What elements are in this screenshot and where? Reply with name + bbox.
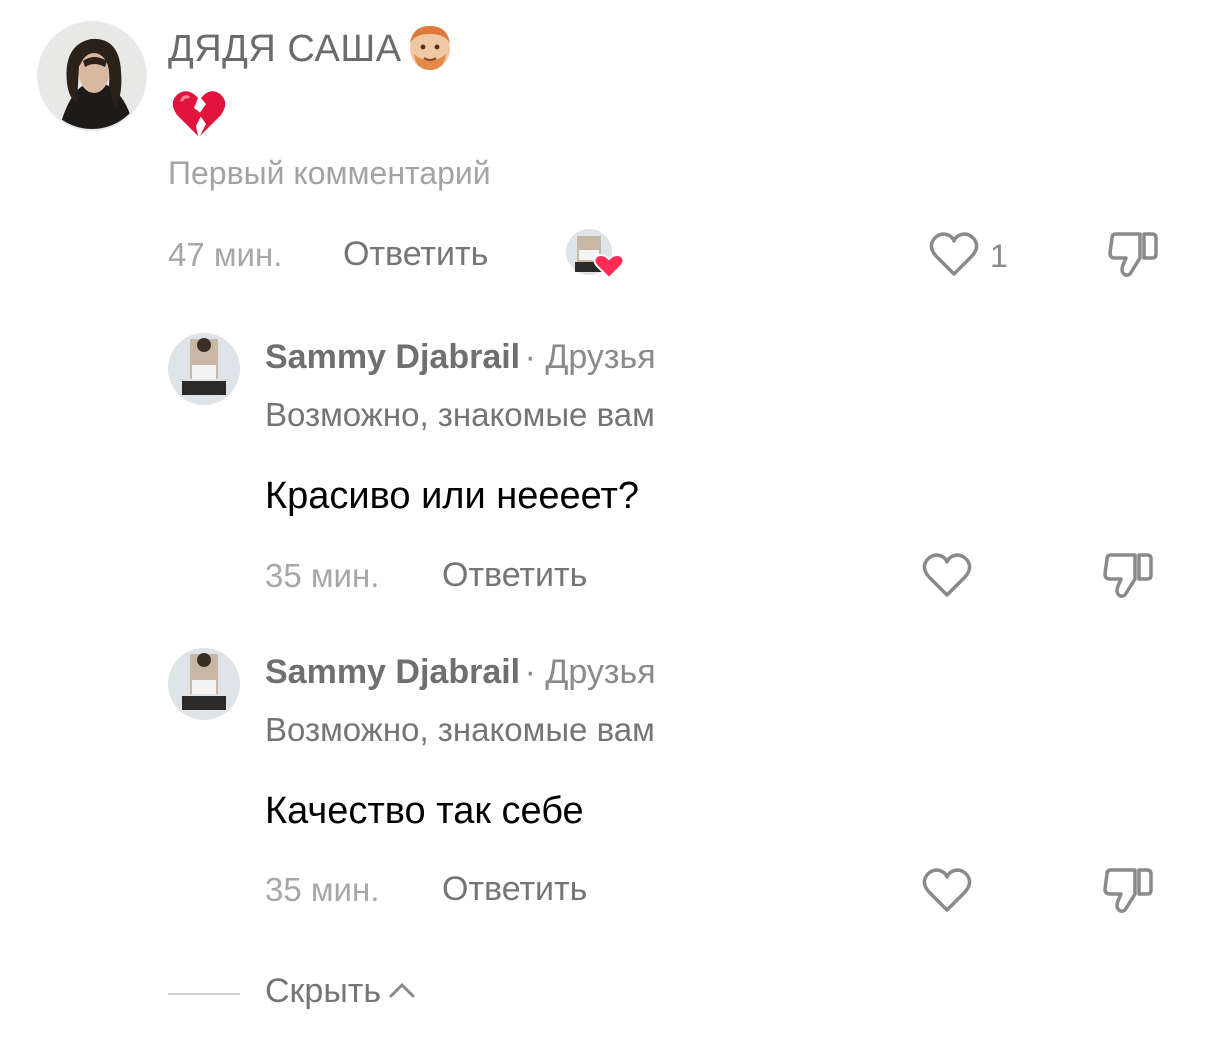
reply-subline: Возможно, знакомые вам — [265, 396, 655, 433]
avatar[interactable] — [168, 333, 240, 405]
reply-button[interactable]: Ответить — [343, 235, 488, 274]
reply-text: Качество так себе — [265, 790, 584, 832]
like-button[interactable] — [921, 866, 973, 919]
reply-button[interactable]: Ответить — [442, 556, 587, 595]
friends-badge: Друзья — [545, 338, 656, 376]
reply-time: 35 мин. — [265, 557, 380, 594]
avatar[interactable] — [168, 648, 240, 720]
reply-button[interactable]: Ответить — [442, 870, 587, 909]
first-comment-tag: Первый комментарий — [168, 155, 491, 191]
hide-replies-label: Скрыть — [265, 972, 382, 1010]
heart-outline-icon — [921, 553, 973, 603]
hide-divider — [168, 993, 240, 995]
reply-time: 35 мин. — [265, 871, 380, 908]
broken-heart-icon — [172, 88, 226, 143]
reply-author[interactable]: Sammy Djabrail — [265, 338, 520, 376]
hide-replies-button[interactable]: Скрыть — [265, 972, 417, 1011]
comment-time: 47 мин. — [168, 236, 283, 273]
reply-subline: Возможно, знакомые вам — [265, 711, 655, 748]
dislike-button[interactable] — [1101, 866, 1155, 921]
reply-author[interactable]: Sammy Djabrail — [265, 653, 520, 691]
thumbs-down-icon — [1101, 868, 1155, 920]
man-red-hair-face-icon — [406, 22, 454, 77]
comment-header: ДЯДЯ САША — [168, 24, 454, 74]
reply-text: Красиво или неееет? — [265, 475, 640, 517]
avatar[interactable] — [37, 21, 147, 131]
separator: · — [524, 338, 536, 376]
heart-outline-icon — [928, 230, 980, 283]
thumbs-down-icon — [1101, 553, 1155, 605]
reply-header: Sammy Djabrail · Друзья — [265, 653, 656, 692]
creator-avatar-heart-icon — [565, 228, 625, 285]
like-button[interactable] — [921, 551, 973, 604]
chevron-up-icon — [387, 980, 417, 1005]
dislike-button[interactable] — [1101, 551, 1155, 606]
heart-outline-icon — [921, 868, 973, 918]
dislike-button[interactable] — [1106, 230, 1160, 285]
separator: · — [524, 653, 536, 691]
like-button[interactable]: 1 — [928, 230, 1008, 283]
like-count: 1 — [990, 238, 1008, 274]
thumbs-down-icon — [1106, 232, 1160, 284]
reply-header: Sammy Djabrail · Друзья — [265, 338, 656, 377]
comment-author[interactable]: ДЯДЯ САША — [168, 28, 402, 71]
friends-badge: Друзья — [545, 653, 656, 691]
